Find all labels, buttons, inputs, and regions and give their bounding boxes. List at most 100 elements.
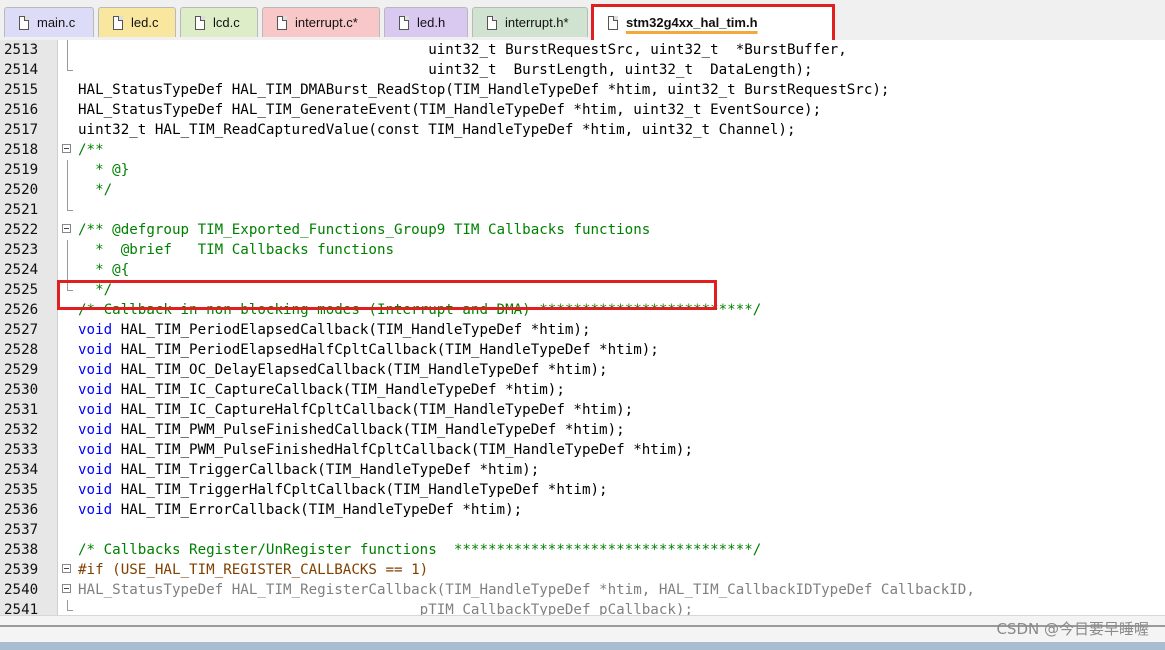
code-line[interactable]: 2518 /** [0,140,1165,160]
watermark: CSDN @今日要早睡喔 [996,620,1149,638]
fold-line [67,240,68,260]
code-line[interactable]: 2537 [0,520,1165,540]
line-number: 2520 [4,182,39,198]
code-line[interactable]: 2513 uint32_t BurstRequestSrc, uint32_t … [0,40,1165,60]
tab-main-c[interactable]: main.c [4,7,94,37]
code-text: void HAL_TIM_OC_DelayElapsedCallback(TIM… [78,360,608,380]
code-text: uint32_t BurstRequestSrc, uint32_t *Burs… [78,42,847,58]
code-text: /** [78,142,104,158]
fold-line [67,160,68,180]
code-line[interactable]: 2532 void HAL_TIM_PWM_PulseFinishedCallba… [0,420,1165,440]
code-line[interactable]: 2531 void HAL_TIM_IC_CaptureHalfCpltCallb… [0,400,1165,420]
code-line[interactable]: 2522 /** @defgroup TIM_Exported_Functions… [0,220,1165,240]
fold-toggle-icon[interactable] [62,224,71,233]
file-icon [19,15,29,30]
code-line[interactable]: 2521 [0,200,1165,220]
code-text: void HAL_TIM_PWM_PulseFinishedHalfCpltCa… [78,440,693,460]
code-text: */ [78,282,113,298]
fold-toggle-icon[interactable] [62,584,71,593]
code-rest: HAL_TIM_ErrorCallback(TIM_HandleTypeDef … [112,502,523,518]
line-number: 2518 [4,142,39,158]
scrollbar-thumb[interactable] [0,625,1165,627]
tab-led-h[interactable]: led.h [384,7,468,37]
line-number: 2538 [4,542,39,558]
line-number: 2527 [4,322,39,338]
line-number: 2524 [4,262,39,278]
tab-interrupt-c[interactable]: interrupt.c* [262,7,380,37]
tab-bar: main.c led.c lcd.c interrupt.c* led.h interru… [0,0,1165,41]
code-line[interactable]: 2523 * @brief TIM Callbacks functions [0,240,1165,260]
tab-label: lcd.c [213,15,240,30]
code-text: /* Callbacks Register/UnRegister functio… [78,542,762,558]
code-line[interactable]: 2528 void HAL_TIM_PeriodElapsedHalfCpltCa… [0,340,1165,360]
line-number: 2540 [4,582,39,598]
line-number: 2525 [4,282,39,298]
code-editor[interactable]: 2513 uint32_t BurstRequestSrc, uint32_t … [0,40,1165,615]
keyword: void [78,502,113,518]
code-line[interactable]: 2520 */ [0,180,1165,200]
tab-label: led.c [131,15,159,30]
code-line[interactable]: 2534 void HAL_TIM_TriggerCallback(TIM_Han… [0,460,1165,480]
fold-end-marker [67,600,73,611]
keyword: void [78,342,113,358]
keyword: void [78,442,113,458]
line-number: 2532 [4,422,39,438]
code-line[interactable]: 2519 * @} [0,160,1165,180]
code-text: void HAL_TIM_PeriodElapsedCallback(TIM_H… [78,320,591,340]
code-line[interactable]: 2538 /* Callbacks Register/UnRegister fun… [0,540,1165,560]
code-line[interactable]: 2524 * @{ [0,260,1165,280]
line-number: 2528 [4,342,39,358]
tab-stm32g4xx-hal-tim-h[interactable]: stm32g4xx_hal_tim.h [593,4,833,40]
line-number: 2521 [4,202,39,218]
line-number: 2522 [4,222,39,238]
code-line[interactable]: 2514 uint32_t BurstLength, uint32_t Data… [0,60,1165,80]
code-line[interactable]: 2526 /* Callback in non blocking modes (I… [0,300,1165,320]
code-text: * @{ [78,262,130,278]
tab-interrupt-h[interactable]: interrupt.h* [472,7,588,37]
tab-lcd-c[interactable]: lcd.c [180,7,258,37]
keyword: void [78,362,113,378]
line-number: 2536 [4,502,39,518]
keyword: void [78,422,113,438]
code-line[interactable]: 2529 void HAL_TIM_OC_DelayElapsedCallback… [0,360,1165,380]
line-number: 2523 [4,242,39,258]
code-text: * @} [78,162,130,178]
status-bar [0,642,1165,650]
horizontal-scrollbar[interactable] [0,615,1165,643]
code-rest: HAL_TIM_PWM_PulseFinishedCallback(TIM_Ha… [112,422,625,438]
code-text: */ [78,182,113,198]
line-number: 2516 [4,102,39,118]
fold-toggle-icon[interactable] [62,144,71,153]
code-text: HAL_StatusTypeDef HAL_TIM_DMABurst_ReadS… [78,82,890,98]
keyword: void [78,402,113,418]
code-rest: HAL_TIM_IC_CaptureCallback(TIM_HandleTyp… [112,382,565,398]
code-line[interactable]: 2536 void HAL_TIM_ErrorCallback(TIM_Handl… [0,500,1165,520]
code-text: * @brief TIM Callbacks functions [78,242,395,258]
code-line[interactable]: 2515 HAL_StatusTypeDef HAL_TIM_DMABurst_R… [0,80,1165,100]
keyword: void [78,482,113,498]
code-rest: HAL_TIM_TriggerCallback(TIM_HandleTypeDe… [112,462,540,478]
fold-toggle-icon[interactable] [62,564,71,573]
code-line[interactable]: 2530 void HAL_TIM_IC_CaptureCallback(TIM_… [0,380,1165,400]
line-number: 2539 [4,562,39,578]
code-text: /* Callback in non blocking modes (Inter… [78,302,762,318]
fold-end-marker [67,280,73,291]
code-line[interactable]: 2517 uint32_t HAL_TIM_ReadCapturedValue(c… [0,120,1165,140]
code-line[interactable]: 2541 pTIM_CallbackTypeDef pCallback); [0,600,1165,615]
code-line[interactable]: 2539 #if (USE_HAL_TIM_REGISTER_CALLBACKS … [0,560,1165,580]
code-rest: HAL_TIM_IC_CaptureHalfCpltCallback(TIM_H… [112,402,634,418]
tab-led-c[interactable]: led.c [98,7,176,37]
code-line[interactable]: 2533 void HAL_TIM_PWM_PulseFinishedHalfCp… [0,440,1165,460]
code-rest: HAL_TIM_OC_DelayElapsedCallback(TIM_Hand… [112,362,608,378]
line-number: 2513 [4,42,39,58]
code-line[interactable]: 2540 HAL_StatusTypeDef HAL_TIM_RegisterCa… [0,580,1165,600]
code-line[interactable]: 2525 */ [0,280,1165,300]
code-text: void HAL_TIM_PWM_PulseFinishedCallback(T… [78,420,625,440]
code-line[interactable]: 2527 void HAL_TIM_PeriodElapsedCallback(T… [0,320,1165,340]
code-rest: HAL_TIM_PeriodElapsedHalfCpltCallback(TI… [112,342,659,358]
code-line[interactable]: 2535 void HAL_TIM_TriggerHalfCpltCallback… [0,480,1165,500]
code-line[interactable]: 2516 HAL_StatusTypeDef HAL_TIM_GenerateEv… [0,100,1165,120]
code-text: void HAL_TIM_TriggerCallback(TIM_HandleT… [78,460,539,480]
tab-label: interrupt.c* [295,15,358,30]
file-icon [113,15,123,30]
